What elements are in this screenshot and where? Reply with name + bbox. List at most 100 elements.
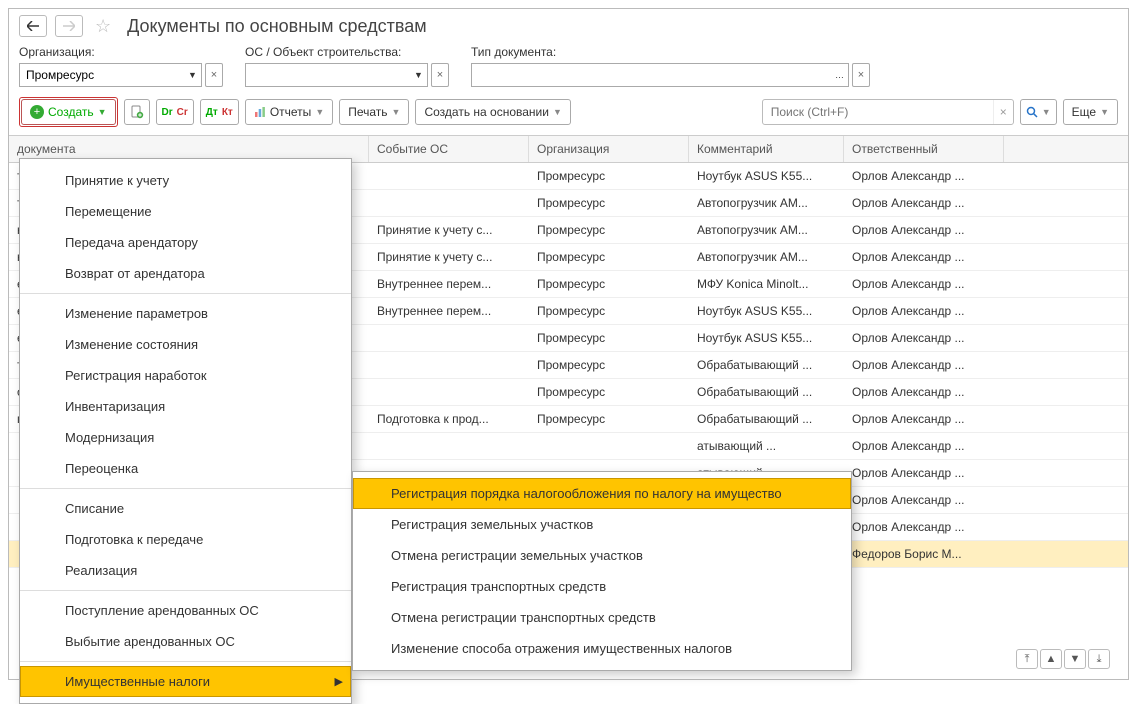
more-button[interactable]: Еще ▼ [1063, 99, 1118, 125]
scroll-down-button[interactable]: ▼ [1064, 649, 1086, 669]
page-plus-icon [130, 105, 144, 119]
cell-org: Промресурс [529, 163, 689, 189]
cell-comment: Обрабатывающий ... [689, 379, 844, 405]
create-based-button[interactable]: Создать на основании ▼ [415, 99, 570, 125]
create-button[interactable]: + Создать ▼ [21, 99, 116, 125]
scroll-top-button[interactable]: ⤒ [1016, 649, 1038, 669]
menu-item-label: Возврат от арендатора [65, 266, 205, 281]
filter-org-label: Организация: [19, 45, 223, 59]
cell-org: Промресурс [529, 352, 689, 378]
filter-os-input[interactable] [245, 63, 410, 87]
menu-item-label: Подготовка к передаче [65, 532, 203, 547]
drcr-button[interactable]: DrCr [156, 99, 194, 125]
cell-resp: Орлов Александр ... [844, 433, 1004, 459]
cell-resp: Орлов Александр ... [844, 352, 1004, 378]
menu-item[interactable]: Передача арендатору [20, 227, 351, 258]
filter-type-input[interactable] [471, 63, 831, 87]
col-org[interactable]: Организация [529, 136, 689, 162]
cell-org: Промресурс [529, 271, 689, 297]
filter-org-input[interactable] [19, 63, 184, 87]
menu-item[interactable]: Реализация [20, 555, 351, 586]
cell-resp: Орлов Александр ... [844, 217, 1004, 243]
cell-comment: Ноутбук ASUS K55... [689, 325, 844, 351]
cell-comment: Автопогрузчик AM... [689, 190, 844, 216]
menu-item[interactable]: Возврат от арендатора [20, 258, 351, 289]
create-based-label: Создать на основании [424, 105, 549, 119]
filter-type-dots[interactable]: … [831, 63, 849, 87]
scroll-bottom-button[interactable]: ⤓ [1088, 649, 1110, 669]
menu-item[interactable]: Инвентаризация [20, 391, 351, 422]
filter-org-dropdown[interactable]: ▼ [184, 63, 202, 87]
menu-separator [20, 590, 351, 591]
back-button[interactable] [19, 15, 47, 37]
filter-type-clear[interactable]: × [852, 63, 870, 87]
filter-os-dropdown[interactable]: ▼ [410, 63, 428, 87]
menu-item-label: Имущественные налоги [65, 674, 210, 689]
menu-item[interactable]: Имущественные налоги▶ [20, 666, 351, 697]
menu-item[interactable]: Регистрация наработок [20, 360, 351, 391]
title-bar: ☆ Документы по основным средствам [9, 9, 1128, 45]
menu-item[interactable]: Списание [20, 493, 351, 524]
dtkt-button[interactable]: ДтКт [200, 99, 239, 125]
menu-item[interactable]: Переоценка [20, 453, 351, 484]
favorite-star-icon[interactable]: ☆ [95, 16, 111, 37]
menu-item-label: Принятие к учету [65, 173, 169, 188]
menu-item[interactable]: Принятие к учету [20, 165, 351, 196]
scroll-up-button[interactable]: ▲ [1040, 649, 1062, 669]
menu-item[interactable]: Подготовка к передаче [20, 524, 351, 555]
search-clear[interactable]: × [993, 100, 1013, 124]
cell-org: Промресурс [529, 190, 689, 216]
filter-os-clear[interactable]: × [431, 63, 449, 87]
menu-item[interactable]: Модернизация [20, 422, 351, 453]
filter-row: Организация: ▼ × ОС / Объект строительст… [9, 45, 1128, 91]
cell-comment: МФУ Konica Minolt... [689, 271, 844, 297]
col-resp[interactable]: Ответственный [844, 136, 1004, 162]
cell-resp: Орлов Александр ... [844, 379, 1004, 405]
reports-label: Отчеты [270, 105, 311, 119]
refresh-button[interactable] [124, 99, 150, 125]
print-button[interactable]: Печать ▼ [339, 99, 409, 125]
submenu-item[interactable]: Отмена регистрации земельных участков [353, 540, 851, 571]
menu-separator [20, 488, 351, 489]
page-title: Документы по основным средствам [127, 16, 426, 37]
menu-item[interactable]: Поступление арендованных ОС [20, 595, 351, 626]
cell-resp: Орлов Александр ... [844, 487, 1004, 513]
submenu-item[interactable]: Регистрация транспортных средств [353, 571, 851, 602]
barchart-icon [254, 106, 266, 118]
menu-item[interactable]: Перемещение [20, 196, 351, 227]
menu-item-label: Перемещение [65, 204, 152, 219]
col-comment[interactable]: Комментарий [689, 136, 844, 162]
scroll-buttons: ⤒ ▲ ▼ ⤓ [1016, 649, 1110, 669]
menu-item-label: Изменение состояния [65, 337, 198, 352]
submenu-item[interactable]: Изменение способа отражения имущественны… [353, 633, 851, 664]
menu-separator [20, 661, 351, 662]
cell-comment: Обрабатывающий ... [689, 352, 844, 378]
filter-os-label: ОС / Объект строительства: [245, 45, 449, 59]
cell-org: Промресурс [529, 325, 689, 351]
menu-item[interactable]: Выбытие арендованных ОС [20, 626, 351, 657]
menu-item-label: Выбытие арендованных ОС [65, 634, 235, 649]
toolbar: + Создать ▼ DrCr ДтКт Отчеты ▼ Печать ▼ … [9, 91, 1128, 135]
submenu-item[interactable]: Отмена регистрации транспортных средств [353, 602, 851, 633]
cell-org: Промресурс [529, 379, 689, 405]
cell-resp: Орлов Александр ... [844, 406, 1004, 432]
cell-resp: Орлов Александр ... [844, 271, 1004, 297]
cell-org [529, 433, 689, 459]
find-button[interactable]: ▼ [1020, 99, 1057, 125]
submenu-item[interactable]: Регистрация порядка налогообложения по н… [353, 478, 851, 509]
reports-button[interactable]: Отчеты ▼ [245, 99, 333, 125]
cell-comment: Ноутбук ASUS K55... [689, 163, 844, 189]
submenu-item[interactable]: Регистрация земельных участков [353, 509, 851, 540]
menu-item[interactable]: Изменение параметров [20, 298, 351, 329]
search-box: × [762, 99, 1014, 125]
menu-item-label: Передача арендатору [65, 235, 198, 250]
search-input[interactable] [763, 105, 993, 119]
cell-org: Промресурс [529, 244, 689, 270]
menu-item[interactable]: Изменение состояния [20, 329, 351, 360]
filter-org-clear[interactable]: × [205, 63, 223, 87]
property-tax-submenu: Регистрация порядка налогообложения по н… [352, 471, 852, 671]
cell-event: Внутреннее перем... [369, 271, 529, 297]
forward-button[interactable] [55, 15, 83, 37]
col-event[interactable]: Событие ОС [369, 136, 529, 162]
menu-item-label: Реализация [65, 563, 137, 578]
